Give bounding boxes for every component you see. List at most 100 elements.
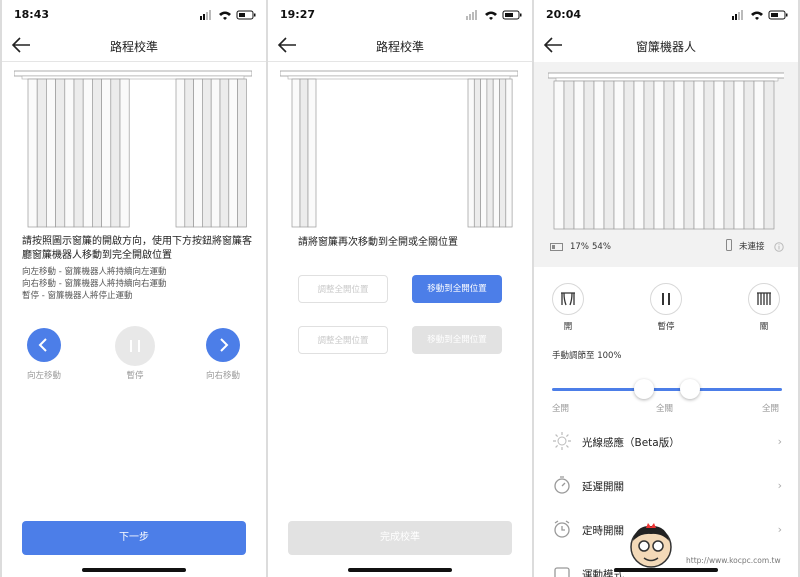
screen-calibration-step2: 19:27 路程校準 請將窗簾再次移動到全開或全關位置 調整全開位置 移動到全開… [268, 0, 532, 577]
close-button[interactable] [748, 283, 780, 315]
back-arrow-icon[interactable] [10, 35, 32, 55]
curtain-open-icon [561, 292, 575, 306]
curtain-panel [505, 78, 513, 228]
curtain-panel [633, 80, 645, 230]
note-right: 向右移動 - 窗簾機器人將持續向右運動 [22, 279, 167, 289]
curtain-panel [299, 78, 309, 228]
nav-bar: 路程校準 [268, 30, 532, 62]
chevron-right-icon: › [777, 435, 782, 448]
adjust-open-position-button[interactable]: 調整全開位置 [298, 275, 388, 303]
row-delay-switch[interactable]: 延遲開關 › [534, 464, 798, 508]
status-bar: 18:43 [2, 8, 266, 24]
curtain-panel [473, 78, 481, 228]
timer-icon [554, 476, 570, 494]
curtain-panel [73, 78, 84, 228]
curtain-panel [291, 78, 301, 228]
back-arrow-icon[interactable] [276, 35, 298, 55]
row-light-sensor[interactable]: 光線感應（Beta版） › [534, 420, 798, 464]
slider-thumb-left[interactable] [634, 379, 654, 399]
watermark-url: http://www.kocpc.com.tw [686, 556, 781, 565]
curtain-illustration [14, 70, 252, 228]
open-label: 開 [563, 322, 573, 332]
status-bar: 20:04 [534, 8, 798, 24]
curtain-panel [101, 78, 112, 228]
status-bar: 19:27 [268, 8, 532, 24]
curtain-panel [583, 80, 595, 230]
move-left-button[interactable] [27, 328, 61, 362]
curtain-panel [673, 80, 685, 230]
curtain-panel [219, 78, 230, 228]
curtain-panel [733, 80, 745, 230]
home-indicator [348, 568, 452, 572]
page-title: 窗簾機器人 [635, 40, 696, 54]
slider-label-middle: 全關 [656, 404, 674, 414]
note-pause: 暫停 - 窗簾機器人將停止運動 [22, 291, 133, 301]
curtain-panel [563, 80, 575, 230]
curtain-panel [307, 78, 317, 228]
status-time: 19:27 [280, 8, 316, 21]
move-right-button[interactable] [206, 328, 240, 362]
connection-status: 未連接 [739, 242, 765, 252]
curtain-panel [763, 80, 775, 230]
curtain-panel [36, 78, 47, 228]
curtain-panel [693, 80, 705, 230]
row-label: 延遲開關 [582, 481, 624, 493]
pause-icon [662, 293, 670, 305]
curtain-panel [184, 78, 194, 228]
curtain-status-panel: 17% 54% 未連接 [534, 62, 798, 267]
curtain-panel [623, 80, 635, 230]
status-indicators-icon [732, 10, 788, 20]
nav-bar: 路程校準 [2, 30, 266, 62]
position-percent: 54% [592, 242, 611, 252]
move-right-label: 向右移動 [205, 371, 240, 381]
open-button[interactable] [552, 283, 584, 315]
curtain-panel [110, 78, 121, 228]
curtain-panel [713, 80, 725, 230]
move-to-open-button[interactable]: 移動到全開位置 [412, 275, 502, 303]
watermark-text: 電腦王阿達 [677, 531, 794, 557]
curtain-illustration [280, 70, 518, 228]
page-title: 路程校準 [109, 40, 158, 54]
chevron-right-icon: › [777, 479, 782, 492]
pause-icon [130, 340, 140, 352]
move-left-label: 向左移動 [26, 371, 61, 381]
slider-thumb-right[interactable] [680, 379, 700, 399]
next-button[interactable]: 下一步 [22, 521, 246, 555]
curtain-panel [613, 80, 625, 230]
info-icon[interactable] [774, 242, 784, 252]
move-to-open-button-2[interactable]: 移動到全開位置 [412, 326, 502, 354]
curtain-panel [228, 78, 238, 228]
curtain-panel [683, 80, 695, 230]
device-icon [726, 239, 732, 251]
pause-label: 暫停 [657, 322, 675, 332]
close-label: 關 [759, 322, 769, 332]
curtain-panel [653, 80, 665, 230]
sun-icon [553, 432, 571, 450]
pause-button[interactable] [115, 326, 155, 366]
curtain-panel [92, 78, 102, 228]
screen-curtain-robot: 20:04 窗簾機器人 17% 54% 未連接 開 暫停 關 手動調節至 100… [534, 0, 798, 577]
status-indicators-icon [466, 10, 522, 20]
adjust-open-position-button-2[interactable]: 調整全開位置 [298, 326, 388, 354]
curtain-panel [643, 80, 655, 230]
pause-button[interactable] [650, 283, 682, 315]
slider-label-right: 全開 [762, 404, 780, 414]
alarm-clock-icon [554, 520, 570, 538]
curtain-panel [202, 78, 212, 228]
curtain-closed-icon [757, 292, 771, 305]
curtain-panel [175, 78, 186, 228]
curtain-panel [753, 80, 765, 230]
status-time: 18:43 [14, 8, 50, 21]
page-title: 路程校準 [375, 40, 424, 54]
status-indicators-icon [200, 10, 256, 20]
slider-track[interactable] [552, 388, 782, 391]
home-indicator [82, 568, 186, 572]
curtain-panel [210, 78, 221, 228]
curtain-panel [663, 80, 675, 230]
curtain-panel [55, 78, 66, 228]
back-arrow-icon[interactable] [542, 35, 564, 55]
battery-icon [550, 243, 563, 251]
finish-calibration-button[interactable]: 完成校準 [288, 521, 512, 555]
slider-label-left: 全開 [552, 404, 570, 414]
pause-label: 暫停 [126, 371, 144, 381]
